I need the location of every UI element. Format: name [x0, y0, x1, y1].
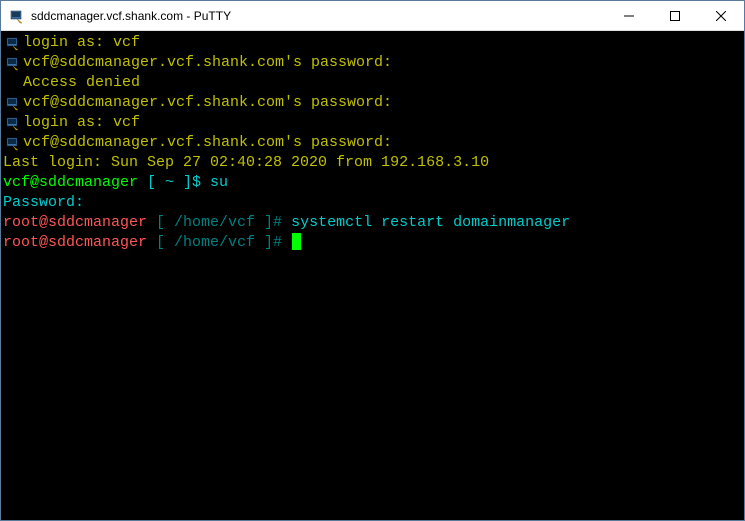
terminal-line: Access denied	[3, 73, 742, 93]
last-login: Last login: Sun Sep 27 02:40:28 2020 fro…	[3, 153, 489, 173]
login-user: vcf	[104, 113, 140, 133]
terminal-line: root@sddcmanager [ /home/vcf ]#	[3, 233, 742, 253]
password-prompt: vcf@sddcmanager.vcf.shank.com's password…	[23, 133, 392, 153]
login-user: vcf	[104, 33, 140, 53]
window-controls	[606, 1, 744, 30]
close-button[interactable]	[698, 1, 744, 30]
terminal-line: Last login: Sun Sep 27 02:40:28 2020 fro…	[3, 153, 742, 173]
putty-icon	[9, 8, 25, 24]
window-title: sddcmanager.vcf.shank.com - PuTTY	[31, 9, 606, 23]
login-prompt: login as:	[23, 33, 104, 53]
terminal-line: Password:	[3, 193, 742, 213]
putty-line-icon	[3, 133, 23, 151]
root-host: root@sddcmanager	[3, 213, 147, 233]
prompt-path: [ /home/vcf ]#	[147, 213, 291, 233]
root-host: root@sddcmanager	[3, 233, 147, 253]
password-prompt: Password:	[3, 193, 84, 213]
terminal-line: vcf@sddcmanager [ ~ ]$ su	[3, 173, 742, 193]
terminal-line: login as: vcf	[3, 113, 742, 133]
terminal-cursor	[292, 233, 301, 250]
putty-line-icon	[3, 93, 23, 111]
login-prompt: login as:	[23, 113, 104, 133]
command: su	[210, 173, 228, 193]
password-prompt: vcf@sddcmanager.vcf.shank.com's password…	[23, 53, 392, 73]
putty-line-icon	[3, 53, 23, 71]
prompt-path: [ /home/vcf ]#	[147, 233, 291, 253]
window-titlebar: sddcmanager.vcf.shank.com - PuTTY	[1, 1, 744, 31]
command: systemctl restart domainmanager	[291, 213, 570, 233]
putty-line-icon	[3, 33, 23, 51]
password-prompt: vcf@sddcmanager.vcf.shank.com's password…	[23, 93, 392, 113]
user-host: vcf@sddcmanager	[3, 173, 138, 193]
terminal-area[interactable]: login as: vcf vcf@sddcmanager.vcf.shank.…	[1, 31, 744, 520]
putty-line-icon	[3, 113, 23, 131]
maximize-button[interactable]	[652, 1, 698, 30]
minimize-button[interactable]	[606, 1, 652, 30]
terminal-line: root@sddcmanager [ /home/vcf ]# systemct…	[3, 213, 742, 233]
terminal-line: vcf@sddcmanager.vcf.shank.com's password…	[3, 93, 742, 113]
access-denied: Access denied	[23, 73, 140, 93]
terminal-line: login as: vcf	[3, 33, 742, 53]
terminal-line: vcf@sddcmanager.vcf.shank.com's password…	[3, 133, 742, 153]
prompt-path: [ ~ ]$	[138, 173, 210, 193]
terminal-line: vcf@sddcmanager.vcf.shank.com's password…	[3, 53, 742, 73]
